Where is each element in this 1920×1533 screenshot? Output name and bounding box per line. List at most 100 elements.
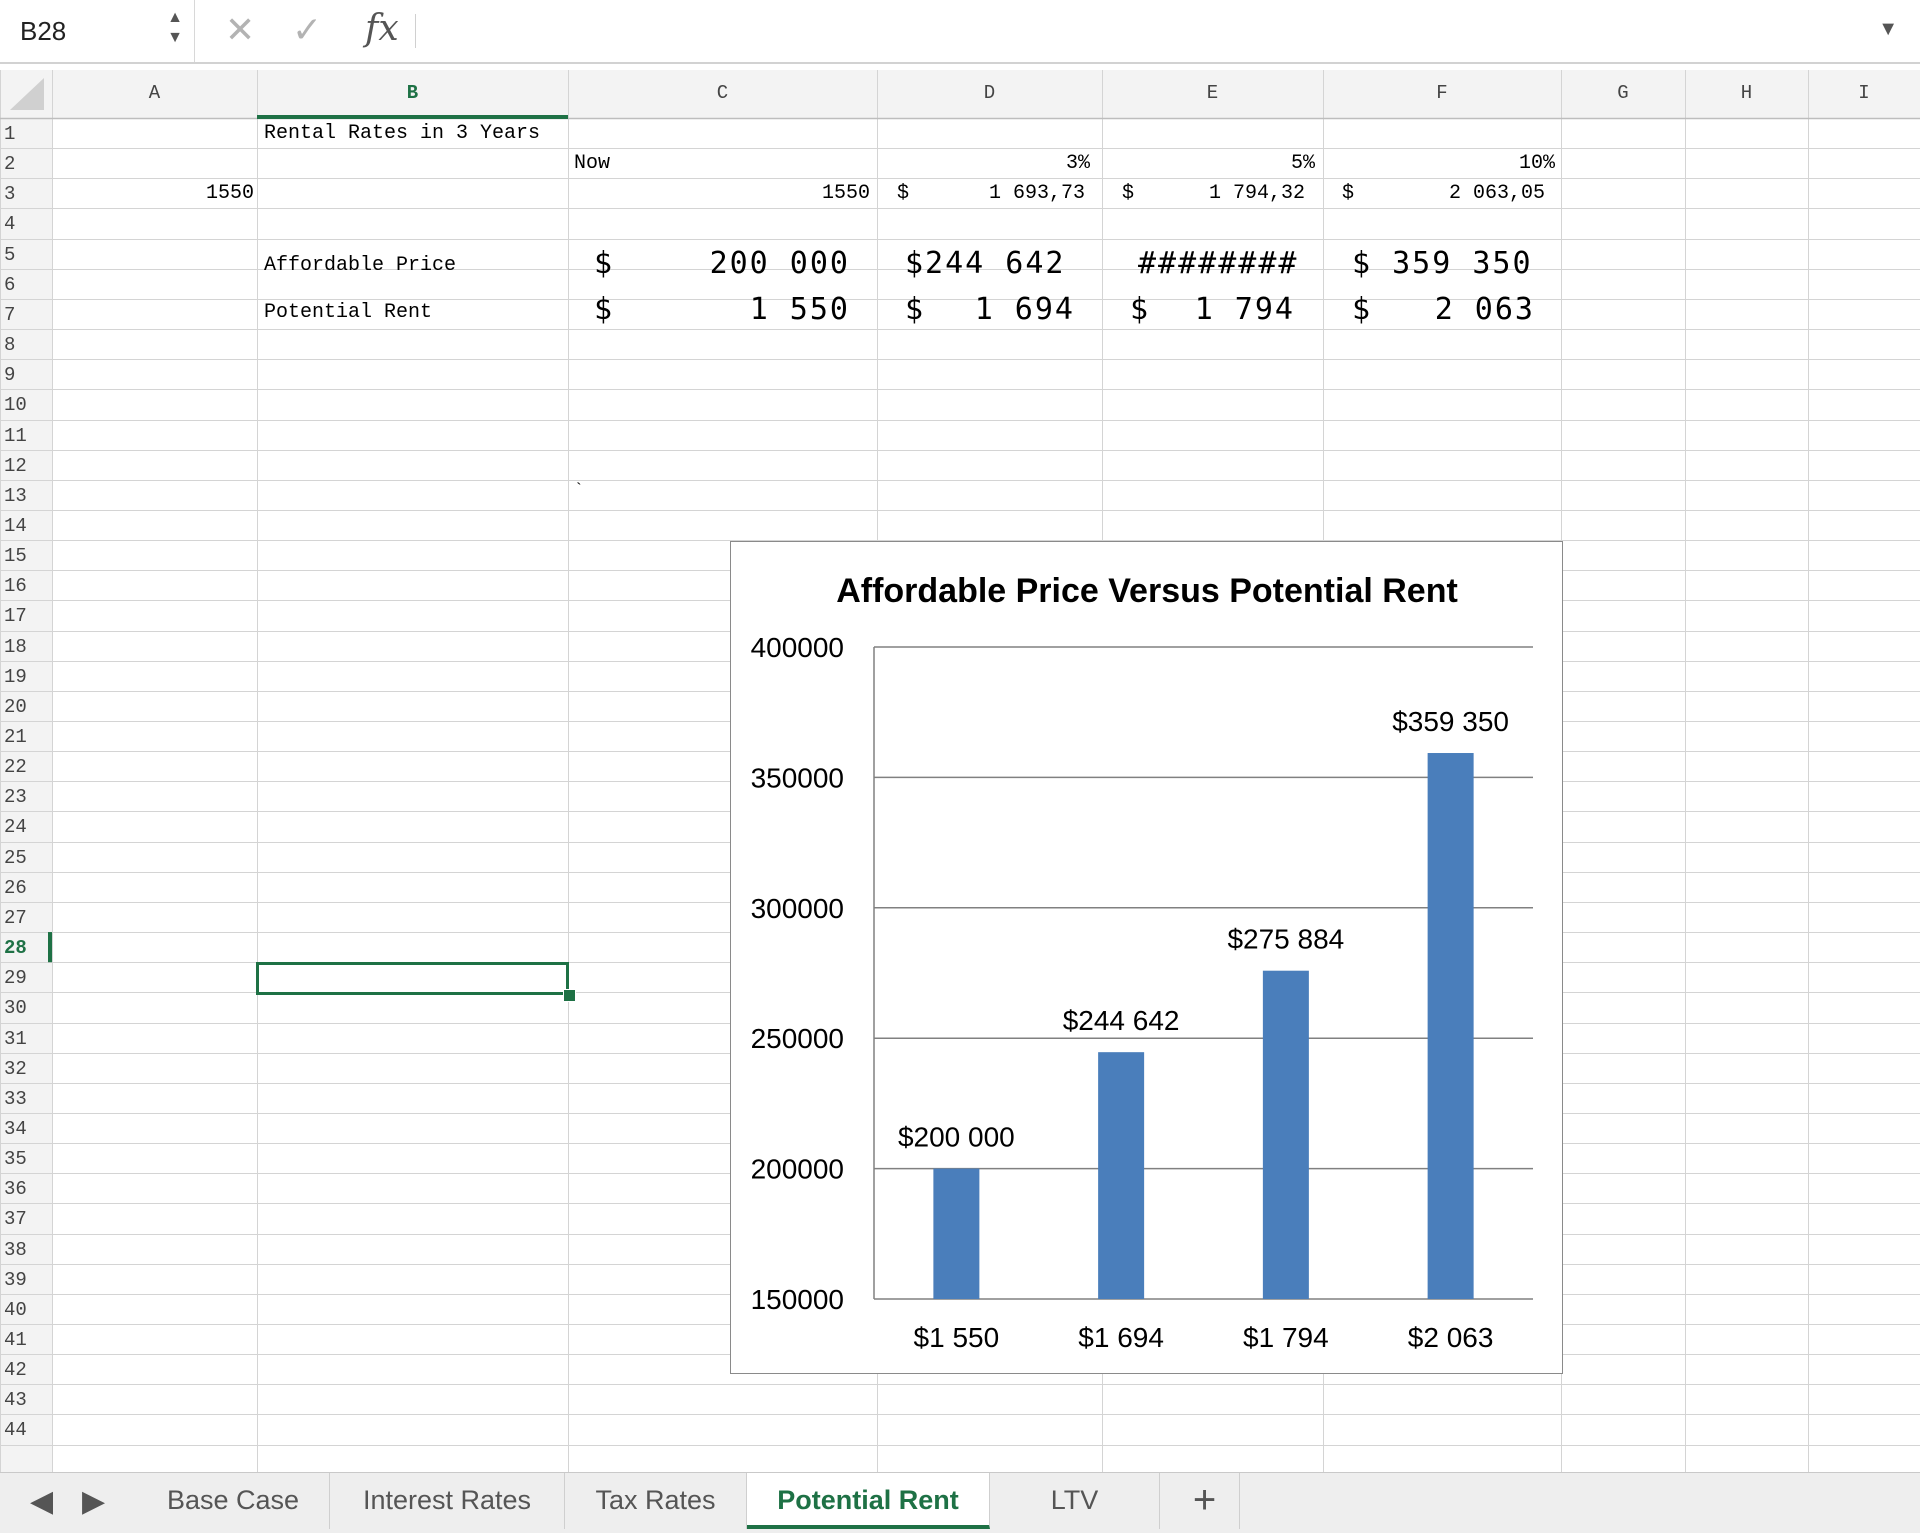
- row-header-18[interactable]: 18: [4, 636, 44, 658]
- cell-E3[interactable]: 1 794,32: [1165, 180, 1305, 208]
- row-header-28[interactable]: 28: [4, 937, 44, 959]
- cell-C6[interactable]: 1 550: [700, 290, 850, 330]
- row-header-10[interactable]: 10: [4, 394, 44, 416]
- cell-D3[interactable]: 1 693,73: [940, 180, 1085, 208]
- sheet-tab-potential-rent[interactable]: Potential Rent: [747, 1473, 990, 1529]
- row-header-26[interactable]: 26: [4, 877, 44, 899]
- row-header-40[interactable]: 40: [4, 1299, 44, 1321]
- row-header-33[interactable]: 33: [4, 1088, 44, 1110]
- cell-E6[interactable]: 1 794: [1180, 290, 1295, 330]
- active-cell-selection[interactable]: [256, 962, 569, 995]
- row-header-19[interactable]: 19: [4, 666, 44, 688]
- sheet-tab-tax-rates[interactable]: Tax Rates: [565, 1473, 747, 1529]
- row-header-6[interactable]: 6: [4, 274, 44, 296]
- sheet-tab-base-case[interactable]: Base Case: [137, 1473, 330, 1529]
- row-header-9[interactable]: 9: [4, 364, 44, 386]
- row-header-38[interactable]: 38: [4, 1239, 44, 1261]
- name-box-stepper-icon[interactable]: ▲ ▼: [163, 8, 187, 54]
- cell-C12[interactable]: `: [574, 476, 584, 504]
- cell-C2[interactable]: Now: [574, 150, 610, 178]
- cell-F2[interactable]: 10%: [1450, 150, 1555, 178]
- row-header-11[interactable]: 11: [4, 425, 44, 447]
- cancel-icon[interactable]: ✕: [225, 10, 255, 50]
- row-header-25[interactable]: 25: [4, 847, 44, 869]
- bar[interactable]: [933, 1168, 980, 1299]
- column-header-F[interactable]: F: [1323, 82, 1561, 104]
- fill-handle[interactable]: [563, 989, 576, 1002]
- cell-F3[interactable]: 2 063,05: [1390, 180, 1545, 208]
- column-header-E[interactable]: E: [1102, 82, 1323, 104]
- column-header-I[interactable]: I: [1808, 82, 1920, 104]
- row-header-17[interactable]: 17: [4, 605, 44, 627]
- row-header-42[interactable]: 42: [4, 1359, 44, 1381]
- cell-D5[interactable]: $244 642: [905, 244, 1066, 284]
- bar[interactable]: [1098, 1052, 1145, 1299]
- row-header-15[interactable]: 15: [4, 545, 44, 567]
- column-header-B[interactable]: B: [257, 82, 568, 104]
- row-header-14[interactable]: 14: [4, 515, 44, 537]
- sheet-tab-ltv[interactable]: LTV: [990, 1473, 1160, 1529]
- row-header-5[interactable]: 5: [4, 244, 44, 266]
- formula-input[interactable]: [425, 0, 1865, 62]
- row-header-34[interactable]: 34: [4, 1118, 44, 1140]
- row-header-36[interactable]: 36: [4, 1178, 44, 1200]
- bar[interactable]: [1262, 970, 1309, 1299]
- expand-formula-bar-icon[interactable]: ▼: [1878, 18, 1898, 41]
- row-header-43[interactable]: 43: [4, 1389, 44, 1411]
- row-header-23[interactable]: 23: [4, 786, 44, 808]
- row-header-4[interactable]: 4: [4, 213, 44, 235]
- bar-chart[interactable]: Affordable Price Versus Potential Rent 1…: [730, 541, 1563, 1374]
- row-header-27[interactable]: 27: [4, 907, 44, 929]
- row-header-3[interactable]: 3: [4, 183, 44, 205]
- cell-C5[interactable]: 200 000: [660, 244, 850, 284]
- sheet-tab-interest-rates[interactable]: Interest Rates: [330, 1473, 565, 1529]
- row-header-16[interactable]: 16: [4, 575, 44, 597]
- cell-A3[interactable]: 1550: [150, 180, 254, 208]
- row-header-7[interactable]: 7: [4, 304, 44, 326]
- row-header-22[interactable]: 22: [4, 756, 44, 778]
- next-sheet-icon[interactable]: ▶: [82, 1485, 105, 1519]
- insert-function-icon[interactable]: fx: [365, 8, 399, 49]
- add-sheet-button[interactable]: +: [1170, 1473, 1240, 1529]
- previous-sheet-icon[interactable]: ◀: [30, 1485, 53, 1519]
- data-label: $275 884: [1227, 924, 1344, 955]
- cell-C3[interactable]: 1550: [770, 180, 870, 208]
- column-header-D[interactable]: D: [877, 82, 1102, 104]
- row-header-37[interactable]: 37: [4, 1208, 44, 1230]
- name-box[interactable]: B28 ▲ ▼: [0, 0, 195, 62]
- column-header-A[interactable]: A: [52, 82, 257, 104]
- row-header-39[interactable]: 39: [4, 1269, 44, 1291]
- row-header-8[interactable]: 8: [4, 334, 44, 356]
- cell-B5[interactable]: Affordable Price: [264, 252, 456, 280]
- column-header-H[interactable]: H: [1685, 82, 1808, 104]
- cell-D2[interactable]: 3%: [1000, 150, 1090, 178]
- cell-B6[interactable]: Potential Rent: [264, 299, 432, 327]
- row-header-32[interactable]: 32: [4, 1058, 44, 1080]
- row-header-20[interactable]: 20: [4, 696, 44, 718]
- row-header-31[interactable]: 31: [4, 1028, 44, 1050]
- bar[interactable]: [1427, 753, 1474, 1299]
- row-header-2[interactable]: 2: [4, 153, 44, 175]
- column-header-G[interactable]: G: [1561, 82, 1685, 104]
- cell-D3-currency: $: [897, 182, 910, 205]
- row-header-41[interactable]: 41: [4, 1329, 44, 1351]
- cell-F5[interactable]: $ 359 350: [1352, 244, 1533, 284]
- row-header-35[interactable]: 35: [4, 1148, 44, 1170]
- enter-icon[interactable]: ✓: [292, 10, 322, 50]
- cell-D6[interactable]: 1 694: [955, 290, 1075, 330]
- name-box-value[interactable]: B28: [20, 16, 66, 47]
- cell-E2[interactable]: 5%: [1220, 150, 1315, 178]
- row-header-29[interactable]: 29: [4, 967, 44, 989]
- cell-F6[interactable]: 2 063: [1410, 290, 1535, 330]
- row-header-24[interactable]: 24: [4, 816, 44, 838]
- row-header-1[interactable]: 1: [4, 123, 44, 145]
- row-header-21[interactable]: 21: [4, 726, 44, 748]
- cell-F3-currency: $: [1342, 182, 1355, 205]
- row-header-44[interactable]: 44: [4, 1419, 44, 1441]
- row-header-12[interactable]: 12: [4, 455, 44, 477]
- column-header-C[interactable]: C: [568, 82, 877, 104]
- row-header-13[interactable]: 13: [4, 485, 44, 507]
- row-header-30[interactable]: 30: [4, 997, 44, 1019]
- cell-E5[interactable]: ########: [1138, 244, 1299, 284]
- cell-B1[interactable]: Rental Rates in 3 Years: [264, 120, 540, 148]
